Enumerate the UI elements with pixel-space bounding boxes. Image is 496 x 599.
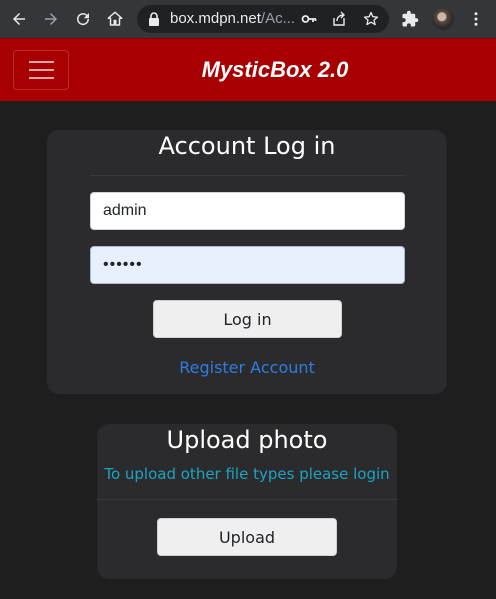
- login-button[interactable]: Log in: [153, 300, 342, 338]
- share-icon[interactable]: [331, 11, 347, 27]
- browser-toolbar: box.mdpn.net/Ac...: [0, 0, 496, 38]
- password-field[interactable]: [90, 246, 405, 284]
- hamburger-icon: [29, 61, 54, 63]
- upload-title: Upload photo: [166, 426, 328, 454]
- star-icon[interactable]: [363, 11, 379, 27]
- username-field[interactable]: [90, 192, 405, 230]
- hamburger-icon: [29, 69, 54, 71]
- url-text: box.mdpn.net/Ac...: [170, 10, 296, 27]
- address-bar[interactable]: box.mdpn.net/Ac...: [137, 5, 389, 33]
- menu-icon[interactable]: [464, 7, 488, 31]
- extensions-icon[interactable]: [398, 7, 422, 31]
- hamburger-icon: [29, 77, 54, 79]
- divider: [90, 175, 405, 176]
- key-icon[interactable]: [301, 11, 317, 27]
- home-icon[interactable]: [103, 7, 127, 31]
- login-title: Account Log in: [158, 132, 336, 160]
- register-link[interactable]: Register Account: [47, 358, 447, 377]
- lock-icon[interactable]: [148, 12, 160, 26]
- back-icon[interactable]: [7, 7, 31, 31]
- upload-card: Upload photo To upload other file types …: [97, 424, 397, 579]
- upload-button[interactable]: Upload: [157, 518, 337, 556]
- navbar-toggler[interactable]: [13, 50, 69, 90]
- upload-info-text: To upload other file types please login: [104, 465, 390, 483]
- reload-icon[interactable]: [71, 7, 95, 31]
- brand-title[interactable]: MysticBox 2.0: [160, 57, 390, 83]
- profile-avatar[interactable]: [432, 8, 454, 30]
- navbar: MysticBox 2.0: [0, 38, 496, 101]
- divider: [97, 499, 397, 500]
- login-card: Account Log in Log in Register Account: [47, 130, 447, 394]
- forward-icon[interactable]: [39, 7, 63, 31]
